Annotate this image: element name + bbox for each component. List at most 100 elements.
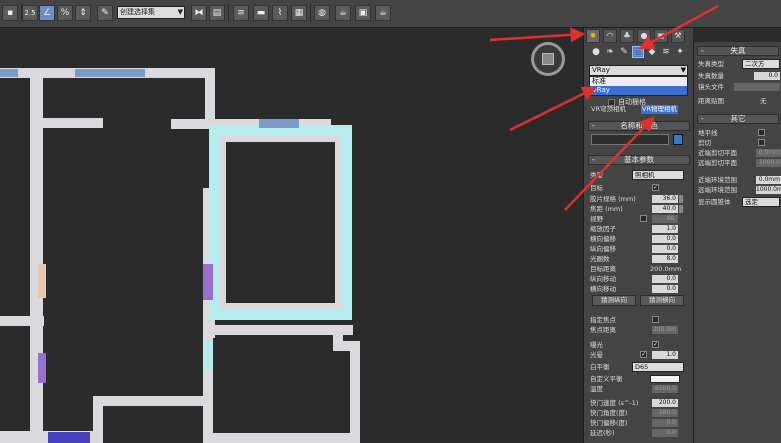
viewcube-face-icon[interactable] — [542, 53, 554, 65]
render-production-icon[interactable]: ☕ — [375, 5, 391, 21]
param-exposure: 曝光 ✓ — [590, 341, 659, 349]
named-selection-icon[interactable]: ✎ — [97, 5, 113, 21]
distortion-rollout[interactable]: - 失真 — [697, 46, 779, 56]
shutter-offset-input[interactable]: 0.0 — [652, 419, 678, 427]
shutter-speed-input[interactable]: 200.0 — [652, 399, 678, 407]
h-shift-input[interactable]: 0.0 — [652, 235, 678, 243]
exposure-checkbox[interactable]: ✓ — [652, 341, 659, 348]
create-category-icons: ● ❧ ✎ ⬚ ◆ ≋ ✦ — [588, 46, 692, 60]
clipping-checkbox[interactable] — [758, 139, 765, 146]
vignetting-checkbox[interactable]: ✓ — [640, 351, 647, 358]
viewport-top[interactable] — [0, 28, 583, 443]
lens-file-button[interactable] — [734, 83, 780, 91]
utilities-tab-icon[interactable]: ⚒ — [671, 29, 685, 43]
custom-balance-swatch[interactable] — [650, 375, 680, 383]
modify-tab-icon[interactable]: ◠ — [603, 29, 617, 43]
viewcube[interactable] — [531, 42, 565, 76]
create-tab-icon[interactable]: ✸ — [586, 29, 600, 43]
far-env-input[interactable]: 1000.0m — [756, 186, 781, 194]
layer-manager-icon[interactable]: ≡ — [233, 5, 249, 21]
lights-icon[interactable]: ✎ — [618, 46, 630, 58]
param-focus-distance: 焦点距离 200.0m — [590, 326, 678, 334]
h-tilt-input[interactable]: 0.0 — [652, 285, 678, 293]
graphite-tools-icon[interactable]: ▬ — [253, 5, 269, 21]
param-horizon: 地平线 — [696, 128, 781, 138]
object-color-swatch[interactable] — [673, 134, 683, 145]
camera-type-option-vray[interactable]: VRay — [590, 86, 687, 95]
name-color-rollout[interactable]: - 名称和颜色 — [588, 121, 690, 131]
film-gate-input[interactable]: 36.0 — [652, 195, 678, 203]
camera-type-option-standard[interactable]: 标准 — [590, 77, 687, 86]
wall — [43, 118, 103, 128]
render-setup-icon[interactable]: ☕ — [335, 5, 351, 21]
curve-editor-icon[interactable]: ⌇ — [272, 5, 288, 21]
cameras-icon[interactable]: ⬚ — [632, 46, 644, 58]
schematic-view-icon[interactable]: ▦ — [291, 5, 307, 21]
percent-snap-button[interactable]: % — [57, 5, 73, 21]
target-distance-value: 200.0mm — [650, 265, 682, 273]
vr-dome-camera-button[interactable]: VR穹顶相机 — [591, 105, 626, 114]
align-icon[interactable]: ▤ — [209, 5, 225, 21]
vignetting-input[interactable]: 1.0 — [652, 351, 678, 359]
window-strip — [48, 432, 90, 443]
angle-snap-button[interactable]: ∠ — [39, 5, 55, 21]
temperature-input[interactable]: 6500.0 — [652, 385, 678, 393]
systems-icon[interactable]: ✦ — [674, 46, 686, 58]
mirror-icon[interactable]: ⧓ — [191, 5, 207, 21]
distortion-type-select[interactable]: 二次方 — [742, 59, 780, 69]
fov-checkbox[interactable] — [640, 215, 647, 222]
wall — [203, 325, 353, 335]
shapes-icon[interactable]: ❧ — [604, 46, 616, 58]
basic-params-rollout[interactable]: - 基本参数 — [588, 155, 690, 165]
camera-type-select[interactable]: 照相机 — [632, 170, 684, 180]
f-number-input[interactable]: 8.0 — [652, 255, 678, 263]
door-strip — [203, 340, 213, 370]
specify-focus-checkbox[interactable] — [652, 316, 659, 323]
object-name-input[interactable] — [591, 134, 669, 145]
guess-vertical-button[interactable]: 猜测纵向 — [592, 295, 636, 306]
camera-type-dropdown[interactable]: VRay ▼ — [589, 65, 688, 76]
helpers-icon[interactable]: ◆ — [646, 46, 658, 58]
shutter-angle-input[interactable]: 180.0 — [652, 409, 678, 417]
target-checkbox[interactable]: ✓ — [652, 184, 659, 191]
vr-physical-camera-button[interactable]: VR物理相机 — [641, 105, 678, 114]
param-vignetting: 光晕 ✓ 1.0 — [590, 351, 678, 359]
spacewarps-icon[interactable]: ≋ — [660, 46, 672, 58]
fov-input[interactable]: 48. — [652, 215, 678, 223]
v-shift-input[interactable]: 0.0 — [652, 245, 678, 253]
distortion-map-button[interactable]: 无 — [760, 96, 767, 106]
param-target-distance: 目标距离 200.0mm — [590, 265, 682, 273]
near-env-input[interactable]: 0.0mm — [756, 176, 781, 184]
window-strip — [75, 69, 145, 77]
motion-tab-icon[interactable]: ● — [637, 29, 651, 43]
hierarchy-tab-icon[interactable]: ♣ — [620, 29, 634, 43]
horizon-checkbox[interactable] — [758, 129, 765, 136]
white-balance-select[interactable]: D65 — [632, 362, 684, 372]
select-icon[interactable]: ▪ — [2, 5, 18, 21]
wall — [213, 433, 353, 443]
display-cone-select[interactable]: 选定 — [742, 197, 780, 207]
display-tab-icon[interactable]: ▣ — [654, 29, 668, 43]
param-type: 类型 照相机 — [588, 170, 692, 180]
named-selection-dropdown[interactable]: 创建选择集 ▼ — [117, 6, 185, 19]
focus-distance-input[interactable]: 200.0m — [652, 326, 678, 334]
misc-rollout[interactable]: - 其它 — [697, 114, 779, 124]
vray-camera-extra-panel: - 失真 失真类型 二次方 失真数量 0.0 镜头文件 距离贴图 无 - 其它 地平… — [693, 42, 781, 443]
material-editor-icon[interactable]: ◍ — [314, 5, 330, 21]
latency-input[interactable]: 0.0 — [652, 429, 678, 437]
param-h-tilt: 横向移动 0.0 — [590, 285, 678, 293]
spinner-icon[interactable] — [679, 195, 683, 203]
spinner-snap-icon[interactable]: ⇕ — [75, 5, 91, 21]
guess-horizontal-button[interactable]: 猜测横向 — [640, 295, 684, 306]
command-panel: ✸ ◠ ♣ ● ▣ ⚒ ● ❧ ✎ ⬚ ◆ ≋ ✦ VRay ▼ 标准 VRay … — [583, 28, 693, 443]
geometry-icon[interactable]: ● — [590, 46, 602, 58]
zoom-factor-input[interactable]: 1.0 — [652, 225, 678, 233]
v-tilt-input[interactable]: 0.0 — [652, 275, 678, 283]
focal-length-input[interactable]: 40.0 — [652, 205, 678, 213]
near-clip-input[interactable]: 0.0mm — [756, 149, 781, 157]
rendered-frame-icon[interactable]: ▣ — [355, 5, 371, 21]
snap-toggle-button[interactable]: 2.5 — [22, 5, 38, 21]
distortion-amount-input[interactable]: 0.0 — [754, 72, 780, 80]
spinner-icon[interactable] — [679, 205, 683, 213]
far-clip-input[interactable]: 1000.0 — [756, 159, 781, 167]
